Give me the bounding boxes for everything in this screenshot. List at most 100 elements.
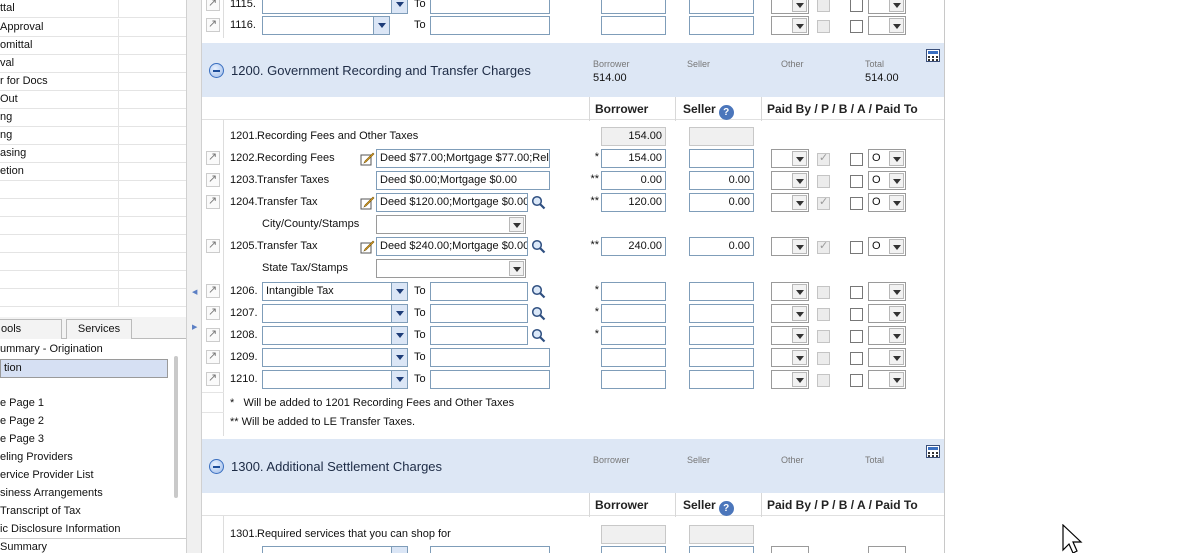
borrower-amount-input[interactable] [601, 304, 666, 323]
edit-icon[interactable] [360, 239, 375, 254]
borrower-amount-input[interactable]: 240.00 [601, 237, 666, 256]
chevron-down-icon[interactable] [889, 350, 904, 365]
chevron-down-icon[interactable] [509, 217, 524, 232]
seller-amount-input[interactable]: 0.00 [689, 193, 754, 212]
chevron-down-icon[interactable] [792, 284, 807, 299]
paid-to-input[interactable] [430, 348, 550, 367]
form-list-item[interactable]: Transcript of Tax [0, 503, 168, 521]
popup-icon[interactable] [206, 327, 220, 342]
paid-to-select[interactable] [868, 370, 906, 389]
seller-amount-input[interactable] [689, 348, 754, 367]
borrower-amount-input[interactable]: 120.00 [601, 193, 666, 212]
chevron-down-icon[interactable] [391, 371, 407, 388]
milestone-row[interactable]: omittal [0, 37, 186, 55]
other-select[interactable] [771, 326, 809, 345]
paid-to-select[interactable] [868, 16, 906, 35]
paid-to-select[interactable] [868, 304, 906, 323]
paid-to-select[interactable]: O [868, 149, 906, 168]
fee-name-combo[interactable]: Intangible Tax [262, 282, 408, 301]
seller-amount-input[interactable] [689, 546, 754, 553]
stamps-select[interactable] [376, 259, 526, 278]
paid-to-select[interactable] [868, 0, 906, 14]
form-list-item[interactable]: Summary [0, 538, 186, 553]
popup-icon[interactable] [206, 305, 220, 320]
stamps-select[interactable] [376, 215, 526, 234]
borrower-amount-input[interactable] [601, 348, 666, 367]
chevron-down-icon[interactable] [792, 306, 807, 321]
search-icon[interactable] [531, 328, 546, 343]
other-select[interactable] [771, 370, 809, 389]
form-list-item-selected[interactable]: tion [0, 359, 168, 378]
tab-services[interactable]: Services [66, 319, 132, 339]
borrower-amount-input[interactable] [601, 326, 666, 345]
edit-icon[interactable] [360, 151, 375, 166]
help-icon[interactable]: ? [718, 501, 734, 516]
seller-amount-input[interactable]: 0.00 [689, 237, 754, 256]
search-icon[interactable] [531, 239, 546, 254]
popup-icon[interactable] [206, 283, 220, 298]
seller-amount-input[interactable] [689, 0, 754, 14]
other-select[interactable] [771, 348, 809, 367]
chevron-down-icon[interactable] [509, 261, 524, 276]
panel-splitter[interactable]: ◀ ▶ [186, 0, 202, 553]
apr-checkbox[interactable] [850, 241, 863, 254]
paid-to-select[interactable]: O [868, 237, 906, 256]
chevron-down-icon[interactable] [391, 0, 407, 13]
popup-icon[interactable] [206, 194, 220, 209]
fee-description-input[interactable]: Deed $77.00;Mortgage $77.00;Rele [376, 149, 550, 168]
form-list-item[interactable]: e Page 3 [0, 431, 168, 449]
other-select[interactable] [771, 149, 809, 168]
popup-icon[interactable] [206, 150, 220, 165]
expand-arrow-icon[interactable]: ▶ [192, 323, 197, 331]
apr-checkbox[interactable] [850, 352, 863, 365]
other-select[interactable] [771, 282, 809, 301]
form-list-item[interactable] [0, 377, 168, 395]
tab-tools[interactable]: ools [0, 319, 62, 339]
sidebar-scrollbar[interactable] [174, 356, 178, 498]
paid-to-select[interactable] [868, 348, 906, 367]
other-select[interactable] [771, 193, 809, 212]
apr-checkbox[interactable] [850, 153, 863, 166]
collapse-section-icon[interactable] [209, 459, 224, 474]
form-list-item[interactable]: siness Arrangements [0, 485, 168, 503]
fee-description-input[interactable]: Deed $120.00;Mortgage $0.00 [376, 193, 528, 212]
apr-checkbox[interactable] [850, 0, 863, 12]
borrower-amount-input[interactable] [601, 282, 666, 301]
milestone-row[interactable]: Approval [0, 19, 186, 37]
seller-amount-input[interactable] [689, 304, 754, 323]
borrower-amount-input[interactable] [601, 370, 666, 389]
milestone-row[interactable]: ttal [0, 0, 186, 18]
borrower-amount-input[interactable] [601, 0, 666, 14]
chevron-down-icon[interactable] [889, 284, 904, 299]
form-list-item[interactable]: e Page 1 [0, 395, 168, 413]
other-select[interactable] [771, 546, 809, 553]
search-icon[interactable] [531, 284, 546, 299]
chevron-down-icon[interactable] [792, 328, 807, 343]
chevron-down-icon[interactable] [889, 195, 904, 210]
chevron-down-icon[interactable] [889, 173, 904, 188]
paid-to-input[interactable] [430, 370, 550, 389]
chevron-down-icon[interactable] [391, 349, 407, 366]
borrower-amount-input[interactable] [601, 546, 666, 553]
seller-amount-input[interactable] [689, 370, 754, 389]
other-select[interactable] [771, 304, 809, 323]
chevron-down-icon[interactable] [889, 372, 904, 387]
calculator-icon[interactable] [926, 49, 940, 62]
popup-icon[interactable] [206, 172, 220, 187]
fee-description-input[interactable]: Deed $240.00;Mortgage $0.00 [376, 237, 528, 256]
chevron-down-icon[interactable] [792, 195, 807, 210]
milestone-row[interactable]: ng [0, 109, 186, 127]
form-list-item[interactable]: ummary - Origination [0, 341, 168, 359]
chevron-down-icon[interactable] [889, 151, 904, 166]
form-list-item[interactable]: eling Providers [0, 449, 168, 467]
popup-icon[interactable] [206, 238, 220, 253]
apr-checkbox[interactable] [850, 286, 863, 299]
apr-checkbox[interactable] [850, 308, 863, 321]
form-list-item[interactable]: ervice Provider List [0, 467, 168, 485]
chevron-down-icon[interactable] [889, 0, 904, 12]
paid-to-input[interactable] [430, 546, 550, 553]
borrower-amount-input[interactable] [601, 16, 666, 35]
chevron-down-icon[interactable] [889, 239, 904, 254]
milestone-row[interactable]: asing [0, 145, 186, 163]
paid-to-input[interactable] [430, 0, 550, 14]
